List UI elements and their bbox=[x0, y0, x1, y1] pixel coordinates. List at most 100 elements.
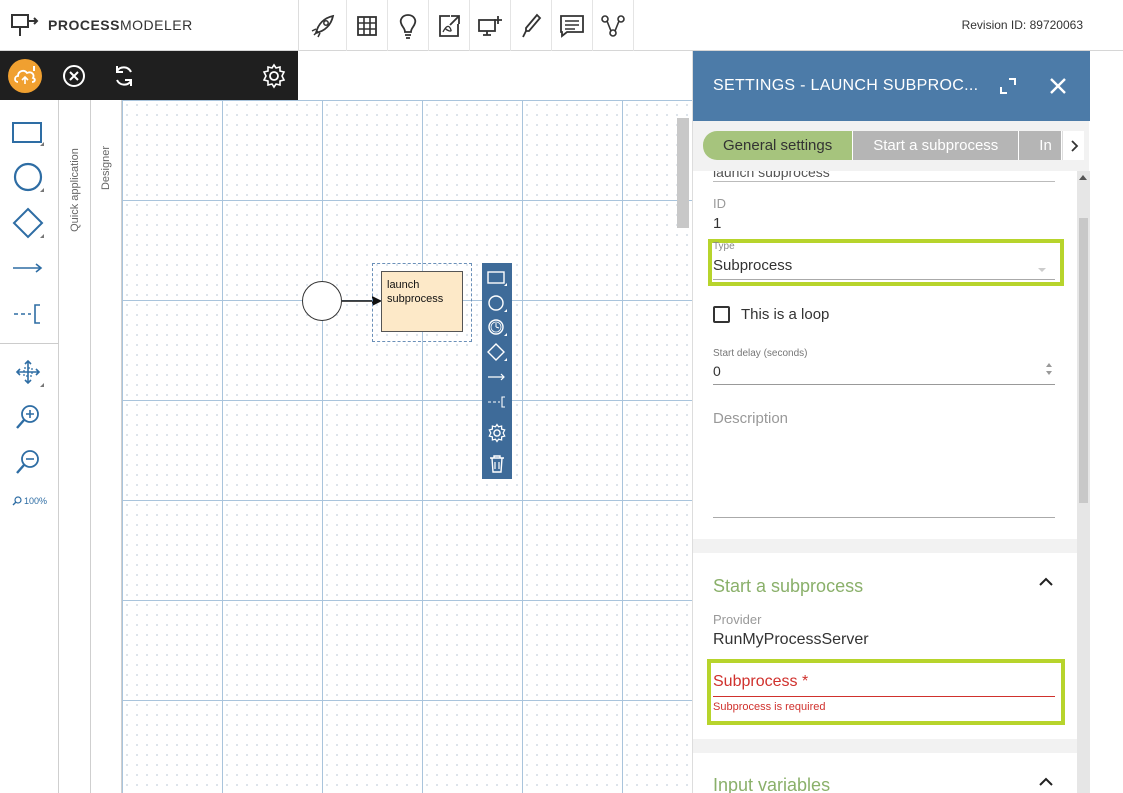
quick-application-tab[interactable]: Quick application bbox=[60, 100, 91, 793]
screen-add-icon bbox=[478, 15, 502, 36]
rectangle-task-icon bbox=[487, 270, 507, 286]
ctx-settings[interactable] bbox=[482, 420, 512, 445]
close-icon bbox=[1050, 78, 1066, 94]
chevron-up-icon[interactable] bbox=[1038, 574, 1054, 590]
canvas-scrollbar[interactable] bbox=[677, 118, 689, 228]
settings-panel-title: SETTINGS - LAUNCH SUBPROC... bbox=[713, 77, 979, 94]
expand-icon bbox=[1000, 78, 1016, 94]
zoom-level[interactable]: 100% bbox=[12, 496, 47, 506]
subprocess-highlight bbox=[707, 659, 1065, 725]
id-value: 1 bbox=[713, 215, 722, 232]
cloud-status-button[interactable] bbox=[8, 59, 42, 93]
palette-gateway[interactable] bbox=[8, 203, 48, 243]
export-pdf-button[interactable] bbox=[429, 0, 470, 51]
settings-button[interactable] bbox=[258, 60, 290, 92]
palette-move[interactable] bbox=[8, 352, 48, 392]
section-divider bbox=[693, 539, 1077, 553]
number-spinner-icon[interactable] bbox=[1045, 361, 1053, 377]
ctx-add-event[interactable] bbox=[482, 290, 512, 315]
app-logo[interactable]: PROCESSMODELER bbox=[10, 12, 193, 38]
ctx-delete[interactable] bbox=[482, 451, 512, 476]
arrow-flow-icon bbox=[488, 373, 505, 380]
tabs-next-button[interactable] bbox=[1062, 131, 1085, 160]
zoom-small-icon bbox=[12, 496, 22, 506]
gear-icon bbox=[262, 63, 286, 89]
subprocess-field-underline bbox=[713, 696, 1055, 697]
ctx-add-task[interactable] bbox=[482, 265, 512, 290]
tab-input-variables[interactable]: In bbox=[1019, 131, 1063, 160]
palette-flow[interactable] bbox=[8, 248, 48, 288]
palette-task[interactable] bbox=[8, 112, 48, 152]
diamond-gateway-icon bbox=[487, 342, 507, 361]
panel-scroll-thumb[interactable] bbox=[1079, 218, 1088, 503]
start-event[interactable] bbox=[302, 281, 342, 321]
add-screen-button[interactable] bbox=[470, 0, 511, 51]
name-field-underline bbox=[713, 181, 1055, 182]
close-panel-button[interactable] bbox=[1047, 75, 1069, 97]
settings-tabs: General settings Start a subprocess In bbox=[703, 131, 1085, 160]
app-title: PROCESSMODELER bbox=[48, 17, 193, 33]
tab-start-subprocess[interactable]: Start a subprocess bbox=[853, 131, 1020, 160]
move-tool-icon bbox=[15, 359, 44, 387]
expand-panel-button[interactable] bbox=[998, 76, 1018, 96]
description-label: Description bbox=[713, 410, 789, 427]
type-underline bbox=[713, 279, 1055, 280]
chevron-right-icon bbox=[1071, 139, 1079, 152]
refresh-button[interactable] bbox=[108, 60, 140, 92]
provider-label: Provider bbox=[713, 612, 762, 627]
input-variables-section-title[interactable]: Input variables bbox=[713, 775, 830, 793]
start-delay-label: Start delay (seconds) bbox=[713, 348, 808, 359]
ctx-add-gateway[interactable] bbox=[482, 339, 512, 364]
diamond-gateway-icon bbox=[12, 207, 44, 239]
start-delay-underline bbox=[713, 384, 1055, 385]
cancel-icon bbox=[63, 65, 85, 87]
designer-tab[interactable]: Designer bbox=[91, 100, 122, 793]
ctx-add-timer[interactable] bbox=[482, 314, 512, 339]
shape-palette: 100% bbox=[0, 100, 59, 793]
settings-panel: SETTINGS - LAUNCH SUBPROC... General set… bbox=[692, 51, 1090, 793]
text-list-button[interactable] bbox=[552, 0, 593, 51]
diagram-canvas[interactable] bbox=[122, 100, 692, 793]
palette-annotation[interactable] bbox=[8, 294, 48, 334]
provider-value: RunMyProcessServer bbox=[713, 631, 869, 648]
loop-checkbox[interactable] bbox=[713, 306, 730, 323]
circle-event-icon bbox=[13, 162, 44, 192]
circle-event-icon bbox=[488, 294, 507, 312]
cancel-button[interactable] bbox=[58, 60, 90, 92]
palette-event[interactable] bbox=[8, 157, 48, 197]
table-button[interactable] bbox=[347, 0, 388, 51]
idea-button[interactable] bbox=[388, 0, 429, 51]
ctx-add-annotation[interactable] bbox=[482, 389, 512, 414]
rocket-icon bbox=[311, 14, 334, 37]
name-field-value[interactable]: launch subprocess bbox=[713, 171, 830, 180]
designer-label: Designer bbox=[100, 145, 112, 191]
refresh-icon bbox=[116, 66, 132, 86]
top-toolbar bbox=[298, 0, 634, 51]
id-label: ID bbox=[713, 196, 726, 211]
zoom-in-icon bbox=[16, 405, 39, 429]
start-subprocess-section-title[interactable]: Start a subprocess bbox=[713, 576, 863, 597]
chevron-down-icon bbox=[1038, 268, 1046, 272]
zoom-out-button[interactable] bbox=[8, 442, 48, 482]
tab-general-settings[interactable]: General settings bbox=[703, 131, 854, 160]
panel-scrollbar[interactable] bbox=[1077, 171, 1090, 793]
launch-button[interactable] bbox=[299, 0, 347, 51]
pipette-button[interactable] bbox=[511, 0, 552, 51]
rectangle-task-icon bbox=[12, 122, 44, 146]
annotation-icon bbox=[14, 304, 40, 324]
launch-subprocess-task[interactable]: launch subprocess bbox=[381, 271, 463, 332]
chevron-up-icon[interactable] bbox=[1038, 774, 1054, 790]
quick-application-label: Quick application bbox=[69, 148, 81, 232]
cloud-status-icon bbox=[14, 66, 36, 84]
section-divider bbox=[693, 739, 1077, 753]
type-select[interactable]: Subprocess bbox=[713, 257, 792, 274]
gear-icon bbox=[488, 422, 506, 443]
scroll-up-arrow[interactable] bbox=[1079, 175, 1087, 180]
ctx-add-flow[interactable] bbox=[482, 364, 512, 389]
description-textarea[interactable] bbox=[713, 517, 1055, 518]
start-delay-input[interactable]: 0 bbox=[713, 363, 721, 379]
connections-button[interactable] bbox=[593, 0, 634, 51]
revision-id: Revision ID: 89720063 bbox=[961, 18, 1083, 32]
subprocess-field-label[interactable]: Subprocess * bbox=[713, 673, 808, 691]
zoom-in-button[interactable] bbox=[8, 397, 48, 437]
